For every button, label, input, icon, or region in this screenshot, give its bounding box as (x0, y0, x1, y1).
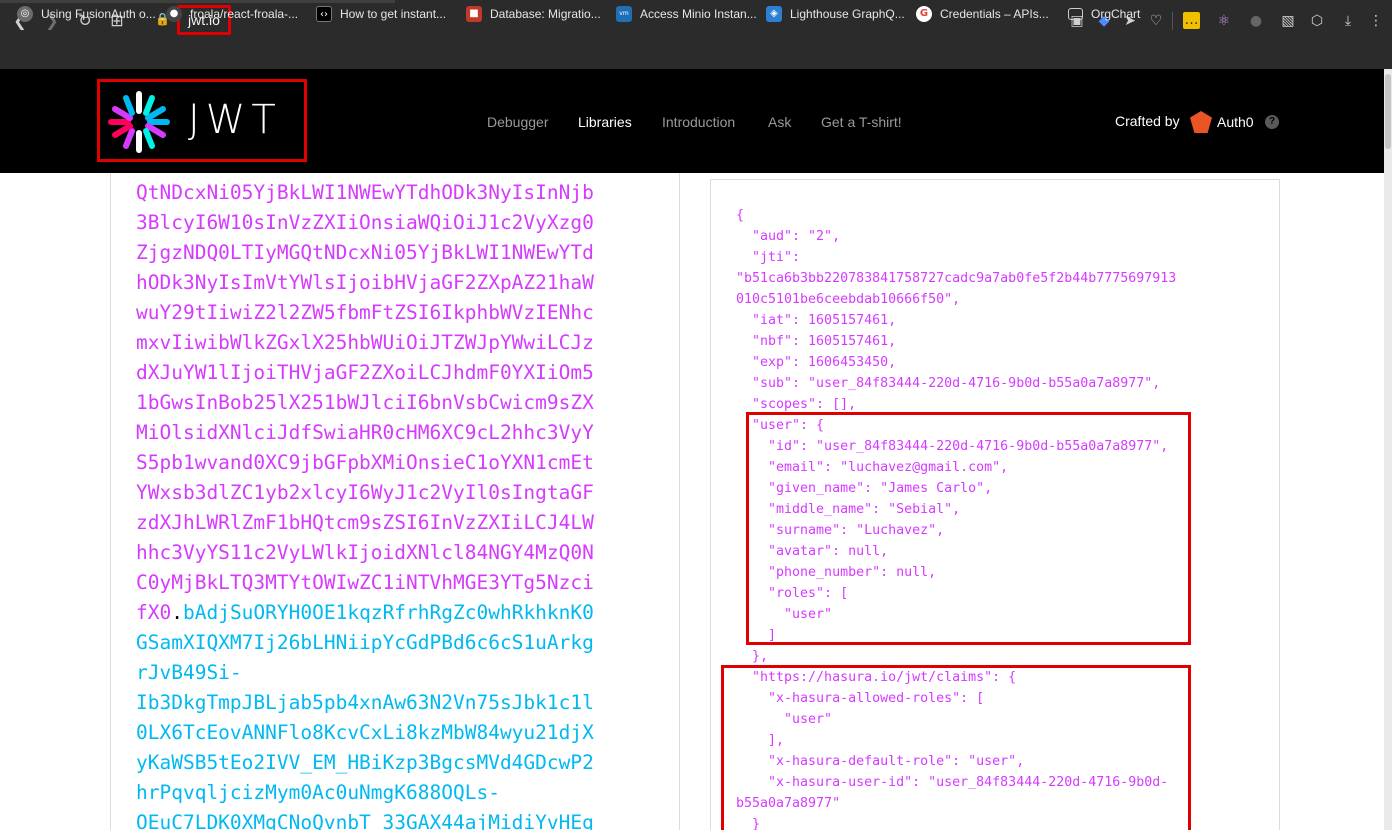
encoded-signature-line: 0LX6TcEovANNFlo8KcvCxLi8kzMbW84wyu21djX (136, 721, 594, 744)
encoded-payload-line: C0yMjBkLTQ3MTYtOWIwZC1iNTVhMGE3YTg5Nzci (136, 571, 594, 594)
menu-icon[interactable]: ⋮ (1366, 11, 1386, 31)
toolbar-divider (1172, 12, 1173, 30)
lighthouse-icon: ◈ (766, 6, 782, 22)
download-icon[interactable]: ⤓ (1338, 11, 1358, 31)
encoded-signature-line: Ib3DkgTmpJBLjab5pb4xnAw63N2Vn75sJbk1c1l (136, 691, 594, 714)
fusionauth-icon: ◎ (17, 6, 33, 22)
encoded-payload-line: hhc3VyYS11c2VyLWlkIjoidXNlcl84NGY4MzQ0N (136, 541, 594, 564)
bookmark-label: How to get instant... (340, 7, 447, 21)
google-icon: G (916, 6, 932, 22)
encoded-signature-line: hrPqvqljcizMym0Ac0uNmgK688OQLs- (136, 781, 500, 804)
cube-icon[interactable]: ⬡ (1307, 11, 1327, 31)
bookmark-label: froala/react-froala-... (190, 7, 299, 21)
bookmark-laravel[interactable]: ■ Database: Migratio... (466, 5, 601, 23)
bookmark-label: Credentials – APIs... (940, 7, 1049, 21)
encoded-payload-line: S5pb1wvand0XC9jbGFpbXMiOnsieC1oYXN1cmEt (136, 451, 594, 474)
encoded-payload-line: YWxsb3dlZC1yb2xlcyI6WyJ1c2VyIl0sIngtaGF (136, 481, 594, 504)
encoded-payload-tail: fX0 (136, 601, 172, 624)
json-line: "exp": 1606453450, (736, 355, 897, 370)
json-line: "b51ca6b3bb220783841758727cadc9a7ab0fe5f… (736, 271, 1177, 286)
json-line: }, (736, 649, 769, 664)
logo-highlight-box (97, 79, 307, 162)
bookmark-label: Using FusionAuth o... (41, 7, 156, 21)
puzzle-icon[interactable]: ▧ (1278, 11, 1298, 31)
encoded-payload-line: MiOlsidXNlciJdfSwiaHR0cHM6XC9cL2hhc3VyY (136, 421, 594, 444)
encoded-separator-dot: . (171, 601, 183, 624)
user-claims-highlight-box (746, 412, 1191, 645)
encoded-payload-line: hODk3NyIsImVtYWlsIjoibHVjaGF2ZXpAZ21haW (136, 271, 594, 294)
vmware-icon: vm (616, 6, 632, 22)
json-line: "nbf": 1605157461, (736, 334, 897, 349)
encoded-signature-line: yKaWSB5tEo2IVV_EM_HBiKzp3BgcsMVd4GDcwP2 (136, 751, 594, 774)
hasura-claims-highlight-box (721, 665, 1191, 830)
active-tab-indicator (0, 0, 395, 3)
account-icon[interactable]: ● (1246, 11, 1266, 31)
encoded-signature-line: rJvB49Si- (136, 661, 242, 684)
json-line: 010c5101be6ceebdab10666f50", (736, 292, 961, 307)
encoded-token-panel[interactable]: QtNDcxNi05YjBkLWI1NWEwYTdhODk3NyIsInNjb … (110, 173, 680, 830)
nav-introduction[interactable]: Introduction (662, 114, 735, 130)
encoded-payload-line: 1bGwsInBob25lX251bWJlciI6bnVsbCwicm9sZX (136, 391, 594, 414)
help-icon[interactable]: ? (1265, 115, 1279, 129)
laravel-icon: ■ (466, 6, 482, 22)
bookmark-github[interactable]: ● froala/react-froala-... (166, 5, 298, 23)
encoded-payload-line: mxvIiwibWlkZGxlX25hbWUiOiJTZWJpYWwiLCJz (136, 331, 594, 354)
bookmark-label: OrgChart (1091, 7, 1141, 21)
encoded-payload-line: wuY29tIiwiZ2l2ZW5fbmFtZSI6IkphbWVzIENhc (136, 301, 594, 324)
bookmark-orgchart[interactable]: OrgChart (1068, 5, 1140, 23)
encoded-signature-line: OEuC7LDK0XMgCNoQvnbT_33GAX44ajMidiYvHEg (136, 811, 594, 830)
bookmark-vmware[interactable]: vm Access Minio Instan... (616, 5, 757, 23)
encoded-signature-start: bAdjSuORYH0OE1kqzRfrhRgZc0whRkhknK0 (182, 601, 594, 624)
bookmark-label: Lighthouse GraphQ... (790, 7, 905, 21)
bookmarks-bar (0, 42, 1392, 69)
folder-icon (1068, 8, 1083, 20)
json-line: "sub": "user_84f83444-220d-4716-9b0d-b55… (736, 376, 1161, 391)
extension-yellow-icon[interactable]: … (1183, 12, 1200, 29)
scrollbar-thumb[interactable] (1385, 74, 1391, 149)
json-line: "jti": (736, 250, 801, 265)
bookmark-label: Access Minio Instan... (640, 7, 757, 21)
github-icon: ● (166, 6, 182, 22)
page-scrollbar[interactable] (1384, 69, 1392, 830)
encoded-payload-line: 3BlcyI6W10sInVzZXIiOnsiaWQiOiJ1c2VyXzg0 (136, 211, 594, 234)
encoded-payload-line: dXJuYW1lIjoiTHVjaGF2ZXoiLCJhdmF0YXIiOm5 (136, 361, 594, 384)
json-line: "aud": "2", (736, 229, 841, 244)
nav-ask[interactable]: Ask (768, 114, 791, 130)
encoded-payload-line: QtNDcxNi05YjBkLWI1NWEwYTdhODk3NyIsInNjb (136, 181, 594, 204)
heart-icon[interactable]: ♡ (1146, 11, 1166, 31)
bookmark-label: Database: Migratio... (490, 7, 601, 21)
json-line: { (736, 208, 745, 223)
encoded-mixed-line: fX0.bAdjSuORYH0OE1kqzRfrhRgZc0whRkhknK0 (136, 598, 594, 628)
encoded-signature-line: GSamXIQXM7Ij26bLHNiipYcGdPBd6c6cS1uArkg (136, 631, 594, 654)
nav-tshirt[interactable]: Get a T-shirt! (821, 114, 902, 130)
react-icon[interactable]: ⚛ (1214, 11, 1234, 31)
nav-debugger[interactable]: Debugger (487, 114, 549, 130)
crafted-by-label: Crafted by (1115, 113, 1180, 129)
encoded-payload-line: ZjgzNDQ0LTIyMGQtNDcxNi05YjBkLWI1NWEwYTd (136, 241, 594, 264)
code-icon: ‹› (316, 6, 332, 22)
bookmark-google[interactable]: G Credentials – APIs... (916, 5, 1049, 23)
bookmark-lighthouse[interactable]: ◈ Lighthouse GraphQ... (766, 5, 905, 23)
json-line: "iat": 1605157461, (736, 313, 897, 328)
bookmark-fusionauth[interactable]: ◎ Using FusionAuth o... (17, 5, 156, 23)
bookmark-code[interactable]: ‹› How to get instant... (316, 5, 446, 23)
encoded-payload-line: zdXJhLWRlZmF1bHQtcm9sZSI6InVzZXIiLCJ4LW (136, 511, 594, 534)
nav-libraries[interactable]: Libraries (578, 114, 632, 130)
auth0-link[interactable]: Auth0 (1217, 114, 1254, 130)
